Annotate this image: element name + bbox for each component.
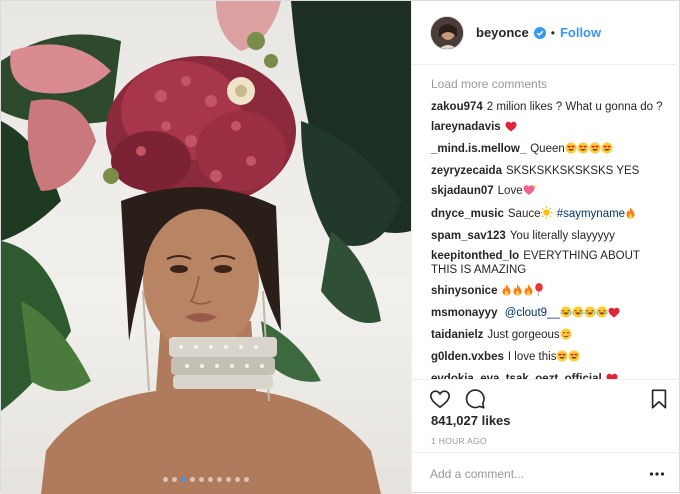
carousel-indicator[interactable] [1,477,411,482]
comment-text: You literally slayyyyy [509,230,615,242]
comment-item: taidanielz Just gorgeous [431,328,667,344]
comment-item: skjadaun07 Love [431,184,667,200]
comment-text: SKSKSKKSKSKSKS YES [505,165,640,177]
heart-emoji-icon [608,307,620,322]
sparkling-heart-emoji-icon [523,184,537,200]
heart-emoji-icon [505,121,517,136]
fire-emoji-icon [625,207,636,223]
fire-emoji-icon [501,284,512,300]
comment-username[interactable]: zeyryzecaida [431,165,502,177]
comment-text: Love [497,185,523,197]
heart-icon[interactable] [429,388,451,410]
balloon-emoji-icon [534,283,544,300]
laugh-emoji-icon [560,306,572,322]
carousel-dot[interactable] [217,477,222,482]
comment-item: lareynadavis [431,120,667,136]
load-more-comments-link[interactable]: Load more comments [431,77,667,92]
comment-item: zeyryzecaida SKSKSKKSKSKSKS YES [431,164,667,178]
verified-badge-icon [533,26,546,39]
carousel-dot[interactable] [190,477,195,482]
comment-item: msmonayyy @clout9__ [431,306,667,322]
comment-mention-link[interactable]: @clout9__ [505,307,560,319]
heart-eyes-emoji-icon [589,142,601,158]
comment-item: _mind.is.mellow_ Queen [431,142,667,158]
post-details-panel: beyonce • Follow Load more comments zako… [411,1,680,494]
comment-username[interactable]: zakou974 [431,101,483,113]
laugh-emoji-icon [596,306,608,322]
post-header: beyonce • Follow [412,1,680,65]
comment-items: zakou974 2 milion likes ? What u gonna do… [431,100,667,379]
carousel-dot[interactable] [163,477,168,482]
post-timestamp[interactable]: 1 HOUR AGO [431,436,487,446]
comment-mention-link[interactable]: #saymyname [557,208,625,220]
comment-item: g0lden.vxbes I love this [431,350,667,366]
heart-eyes-emoji-icon [601,142,613,158]
comment-bubble-icon[interactable] [464,388,486,410]
comment-item: evdokia_eva_tsak_oezt_official [431,372,667,379]
carousel-dot[interactable] [199,477,204,482]
bookmark-icon[interactable] [648,388,670,410]
comment-username[interactable]: keepitonthed_lo [431,250,519,262]
comment-item: dnyce_music Sauce #saymyname [431,206,667,223]
comment-text: Queen [530,143,565,155]
sun-emoji-icon [540,206,553,223]
heart-eyes-emoji-icon [577,142,589,158]
post-actions: 841,027 likes 1 HOUR AGO [412,379,680,446]
comment-item: shinysonice [431,283,667,300]
comment-username[interactable]: msmonayyy [431,307,497,319]
carousel-dot[interactable] [226,477,231,482]
carousel-dot[interactable] [244,477,249,482]
comment-text: Sauce [507,208,541,220]
comment-username[interactable]: skjadaun07 [431,185,494,197]
comment-username[interactable]: spam_sav123 [431,230,506,242]
heart-eyes-emoji-icon [565,142,577,158]
more-options-icon[interactable] [649,467,665,481]
comment-username[interactable]: lareynadavis [431,121,501,133]
comment-username[interactable]: _mind.is.mellow_ [431,143,526,155]
carousel-dot[interactable] [181,477,186,482]
comment-text: I love this [507,351,557,363]
carousel-dot[interactable] [235,477,240,482]
instagram-post-modal: beyonce • Follow Load more comments zako… [0,0,680,494]
carousel-dot[interactable] [172,477,177,482]
avatar[interactable] [430,15,464,50]
blush-emoji-icon [560,328,572,344]
comment-item: zakou974 2 milion likes ? What u gonna do… [431,100,667,114]
comment-username[interactable]: g0lden.vxbes [431,351,504,363]
comments-list[interactable]: Load more comments zakou974 2 milion like… [431,77,667,379]
heart-eyes-emoji-icon [568,350,580,366]
add-comment-bar [412,452,680,494]
comment-username[interactable]: shinysonice [431,285,497,297]
avatar-image [431,16,463,49]
comment-text: Just gorgeous [487,329,560,341]
likes-count[interactable]: 841,027 likes [431,413,511,428]
post-photo[interactable] [1,1,411,494]
follow-button[interactable]: Follow [560,25,601,40]
comment-item: spam_sav123 You literally slayyyyy [431,229,667,243]
fire-emoji-icon [512,284,523,300]
fire-emoji-icon [523,284,534,300]
add-comment-input[interactable] [430,465,630,483]
comment-text: 2 milion likes ? What u gonna do ? [486,101,663,113]
carousel-dot[interactable] [208,477,213,482]
portrait-illustration [1,1,411,494]
comment-username[interactable]: dnyce_music [431,208,504,220]
header-separator: • [550,25,555,40]
laugh-emoji-icon [572,306,584,322]
comment-item: keepitonthed_lo EVERYTHING ABOUT THIS IS … [431,249,667,277]
heart-eyes-emoji-icon [556,350,568,366]
laugh-emoji-icon [584,306,596,322]
header-username[interactable]: beyonce [476,25,529,40]
comment-username[interactable]: taidanielz [431,329,483,341]
